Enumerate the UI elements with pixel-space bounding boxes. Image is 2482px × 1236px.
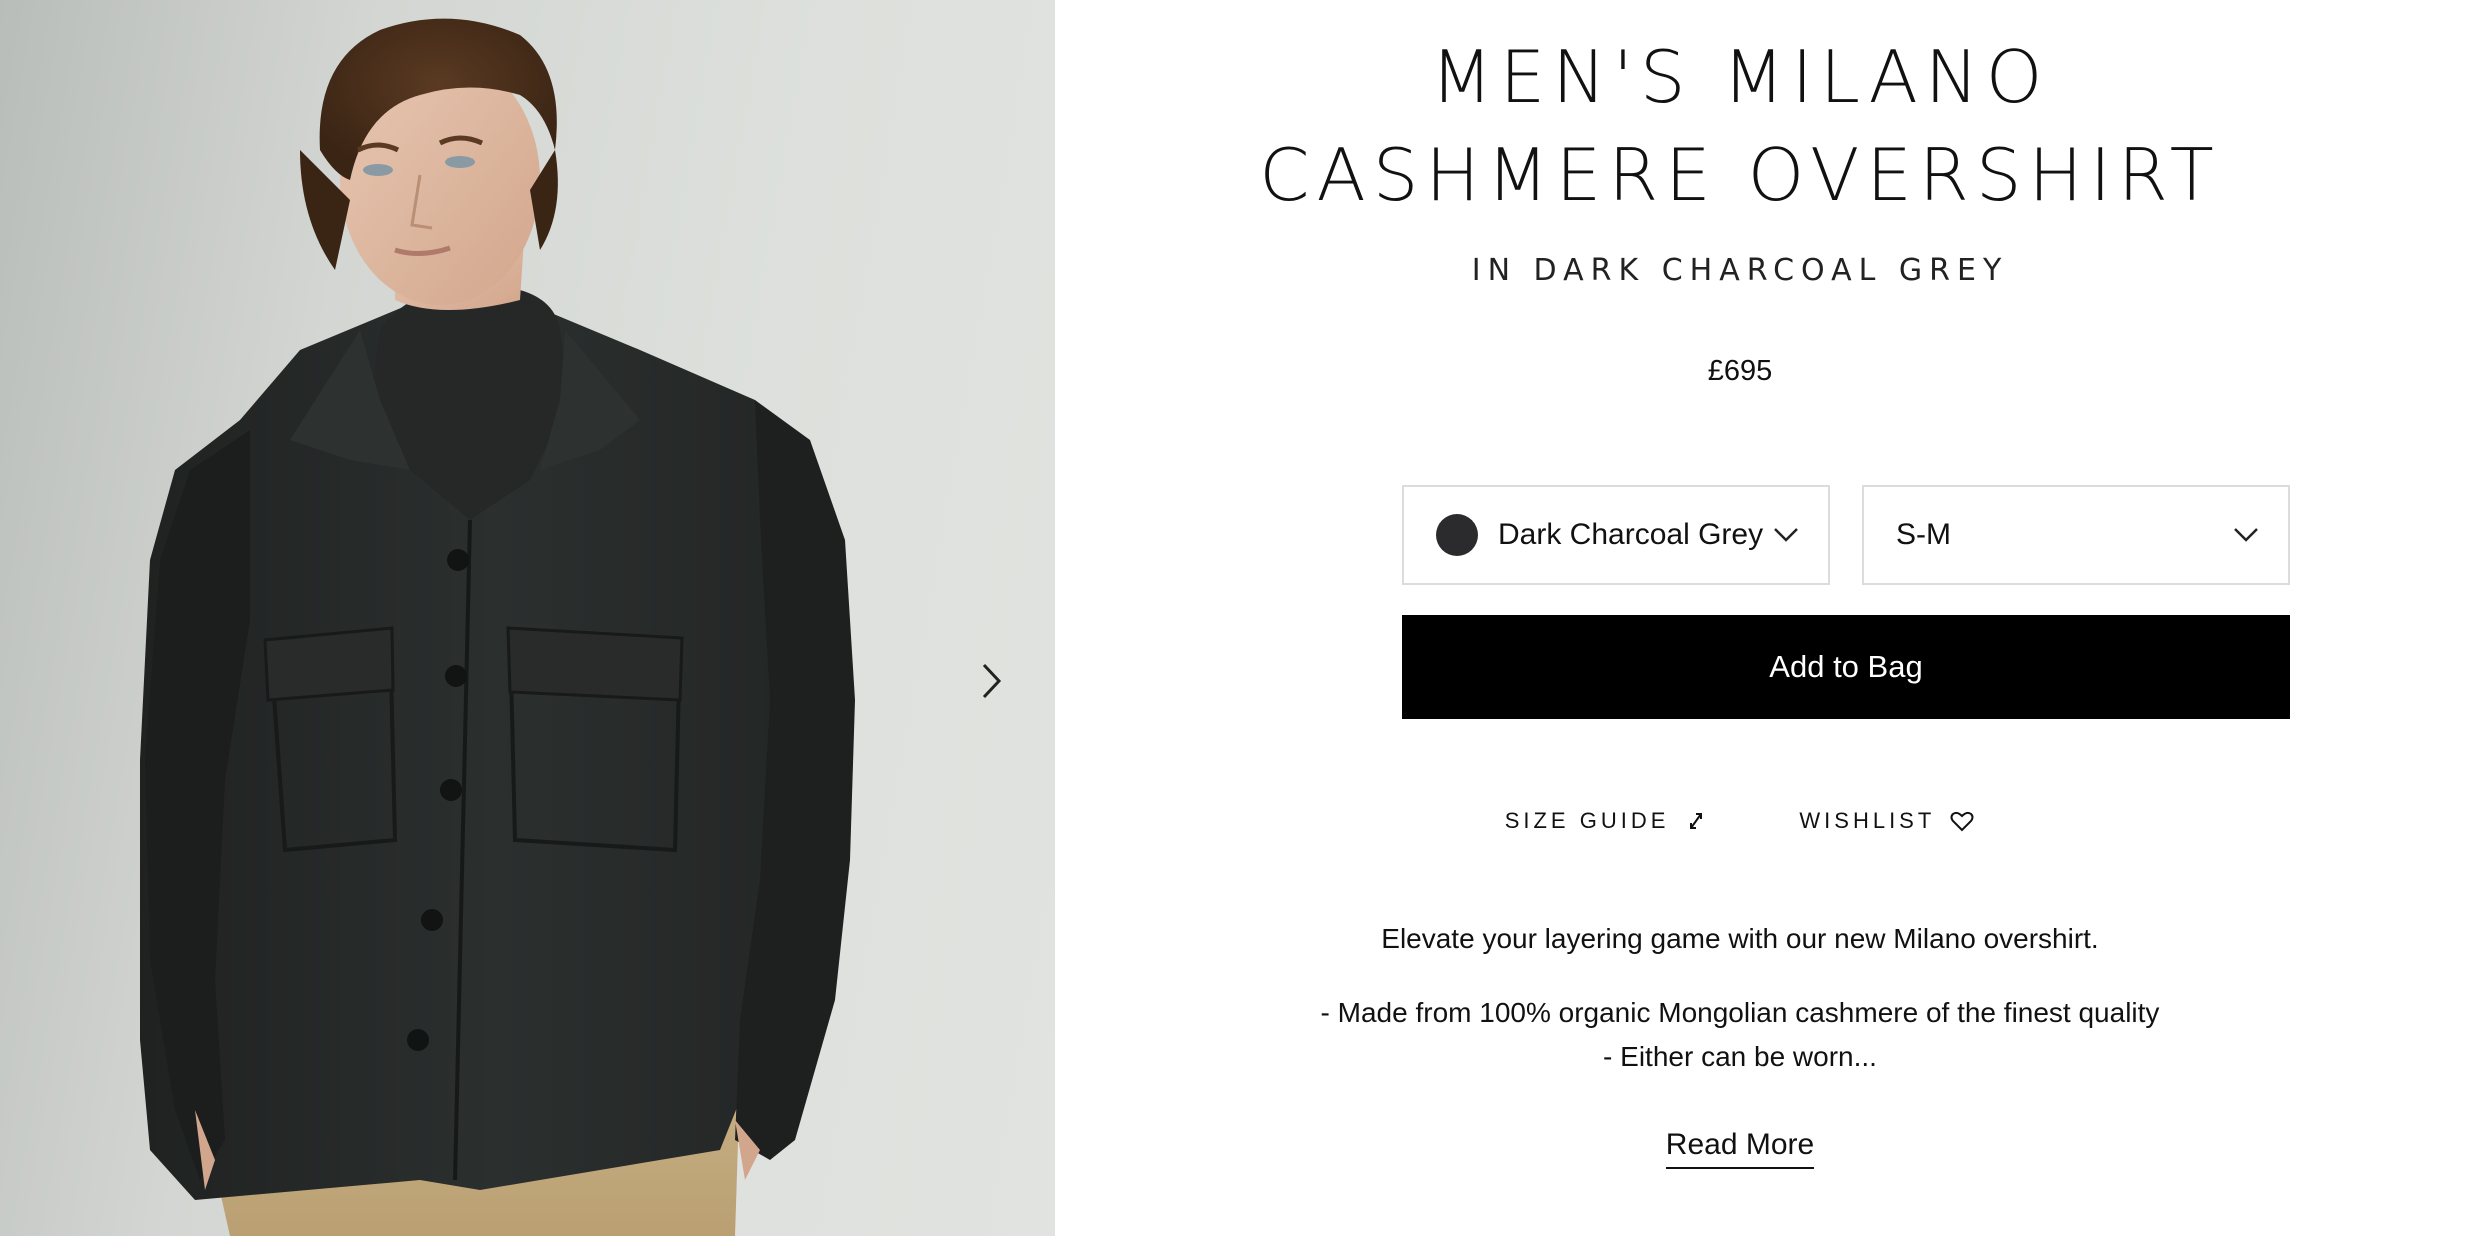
description-bullet-2: - Either can be worn... (1603, 1041, 1877, 1072)
product-title: MEN'S MILANO CASHMERE OVERSHIRT (949, 28, 2482, 224)
chevron-down-icon (1774, 528, 1798, 542)
size-guide-label: SIZE GUIDE (1504, 808, 1670, 833)
size-select-value: S-M (1896, 518, 1951, 551)
product-title-line-1: MEN'S MILANO (1430, 35, 2050, 119)
wishlist-link[interactable]: WISHLIST (1799, 808, 1975, 834)
chevron-right-icon (982, 663, 1002, 699)
product-page: MEN'S MILANO CASHMERE OVERSHIRT IN DARK … (0, 0, 2482, 1236)
description-bullet-1: - Made from 100% organic Mongolian cashm… (1320, 997, 2160, 1028)
product-photo (140, 18, 855, 1236)
chevron-down-icon (2234, 528, 2258, 542)
product-details: MEN'S MILANO CASHMERE OVERSHIRT IN DARK … (1055, 0, 2482, 1236)
expand-arrows-icon (1690, 813, 1703, 829)
size-guide-link[interactable]: SIZE GUIDE (1505, 808, 1710, 834)
add-to-bag-button[interactable]: Add to Bag (1402, 615, 2290, 719)
colour-swatch (1436, 514, 1478, 556)
product-image-gallery[interactable] (0, 0, 1055, 1236)
product-description: Elevate your layering game with our new … (949, 917, 2482, 1079)
product-title-line-2: CASHMERE OVERSHIRT (1259, 133, 2221, 217)
size-select[interactable]: S-M (1862, 485, 2290, 585)
secondary-actions: SIZE GUIDE WISHLIST (949, 808, 2482, 834)
colour-select-value: Dark Charcoal Grey (1498, 518, 1764, 551)
product-colour-subtitle: IN DARK CHARCOAL GREY (1471, 253, 2009, 288)
read-more-link[interactable]: Read More (1665, 1128, 1815, 1169)
product-price: £695 (1707, 355, 1773, 387)
read-more-container: Read More (949, 1128, 2482, 1169)
gallery-next-button[interactable] (966, 655, 1018, 707)
wishlist-label: WISHLIST (1799, 808, 1936, 833)
heart-icon (1950, 811, 1974, 832)
colour-select[interactable]: Dark Charcoal Grey (1402, 485, 1830, 585)
description-lead: Elevate your layering game with our new … (1381, 923, 2099, 954)
